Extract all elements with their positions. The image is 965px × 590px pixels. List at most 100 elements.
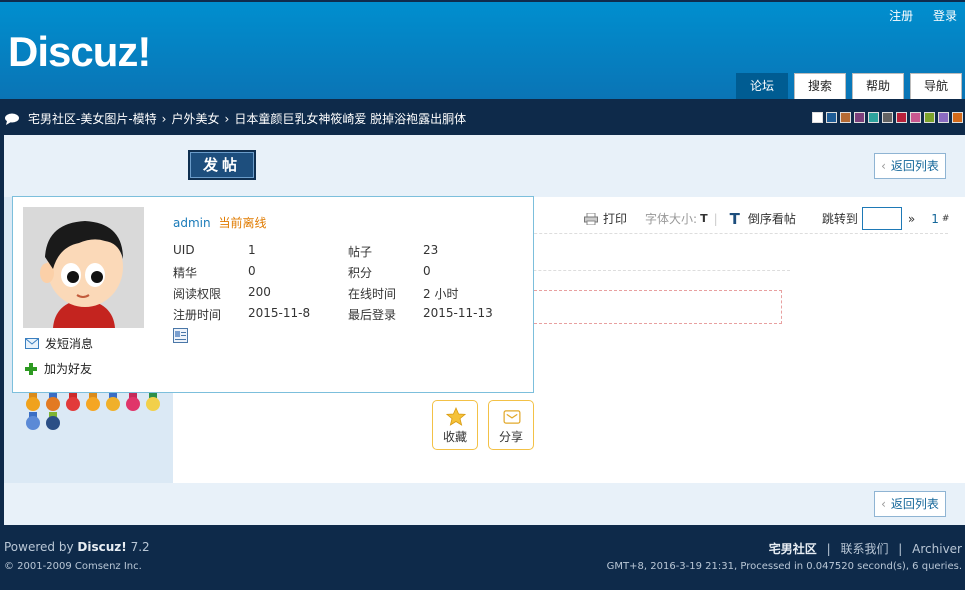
nav-tab-help[interactable]: 帮助 [852, 73, 904, 99]
nav-tab-forum[interactable]: 论坛 [736, 73, 788, 99]
stat-label: 积分 [348, 266, 373, 280]
medal-icon[interactable] [24, 393, 42, 411]
thread-top-bar [4, 135, 965, 197]
floor-hash: # [941, 213, 950, 224]
medal-icon[interactable] [44, 412, 62, 430]
username[interactable]: admin [173, 216, 211, 230]
medal-icon[interactable] [104, 393, 122, 411]
style-swatch-3[interactable] [840, 112, 851, 123]
toolbar-divider: | [713, 211, 718, 226]
jump-to-floor-input[interactable] [861, 207, 902, 230]
footer: Powered by Discuz! 7.2 © 2001-2009 Comse… [0, 525, 965, 590]
stat-value: 23 [423, 243, 439, 257]
stat-value: 0 [248, 264, 256, 278]
reverse-order-icon[interactable]: T [730, 210, 740, 228]
jump-to-label: 跳转到 [821, 212, 858, 226]
footer-links: 宅男社区 | 联系我们 | Archiver [769, 540, 962, 557]
reverse-order-link[interactable]: 倒序看帖 [748, 210, 796, 227]
stat-label: 在线时间 [348, 287, 397, 301]
header: Discuz! 注册 登录 论坛 搜索 帮助 导航 [0, 0, 965, 99]
new-post-button[interactable]: 发帖 [188, 150, 256, 180]
online-status: 当前离线 [218, 216, 267, 230]
post-body-placeholder [524, 290, 782, 324]
medal-icon[interactable] [124, 393, 142, 411]
jump-go-arrow[interactable]: » [908, 212, 915, 226]
favorite-button[interactable]: 收藏 [432, 400, 478, 450]
style-swatch-5[interactable] [868, 112, 879, 123]
breadcrumb-separator: › [224, 111, 230, 126]
stat-value: 1 [248, 243, 256, 257]
breadcrumb-item-thread: 日本童颜巨乳女神筱崎爱 脱掉浴袍露出胴体 [234, 112, 467, 126]
stat-label: 帖子 [348, 245, 373, 259]
stat-label: 精华 [173, 266, 198, 280]
medal-icon[interactable] [84, 393, 102, 411]
stat-value: 200 [248, 285, 271, 299]
site-logo[interactable]: Discuz! [8, 28, 151, 76]
product-link[interactable]: Discuz! [77, 540, 126, 554]
footer-separator: | [898, 542, 903, 556]
archiver-link[interactable]: Archiver [912, 542, 962, 556]
breadcrumb-item-subforum[interactable]: 户外美女 [171, 110, 219, 127]
style-swatch-11[interactable] [952, 112, 963, 123]
mail-icon [25, 338, 39, 349]
back-to-list-button-bottom[interactable]: 返回列表 [874, 491, 946, 517]
style-swatch-1[interactable] [812, 112, 823, 123]
stat-value: 0 [423, 264, 431, 278]
avatar[interactable] [23, 207, 144, 328]
add-friend-label: 加为好友 [44, 362, 93, 376]
send-message-label: 发短消息 [45, 337, 94, 351]
style-swatch-4[interactable] [854, 112, 865, 123]
user-stats: UID 1 帖子 23 精华 0 积分 0 阅读权限 200 在线时间 2 小时… [173, 243, 523, 323]
username-line: admin 当前离线 [173, 214, 266, 231]
top-links: 注册 登录 [873, 7, 957, 24]
product-version: 7.2 [130, 540, 150, 554]
contact-link[interactable]: 联系我们 [840, 542, 888, 556]
share-button[interactable]: 分享 [488, 400, 534, 450]
register-link[interactable]: 注册 [889, 9, 913, 23]
style-swatch-10[interactable] [938, 112, 949, 123]
stat-label: 阅读权限 [173, 287, 222, 301]
speech-bubble-icon [5, 113, 19, 125]
send-message-link[interactable]: 发短消息 [25, 335, 93, 352]
login-link[interactable]: 登录 [933, 9, 957, 23]
powered-by-prefix: Powered by [4, 540, 74, 554]
medal-icon[interactable] [44, 393, 62, 411]
footer-separator: | [826, 542, 831, 556]
style-swatch-6[interactable] [882, 112, 893, 123]
printer-icon[interactable] [584, 212, 598, 225]
favorite-label: 收藏 [442, 430, 467, 444]
server-stats: GMT+8, 2016-3-19 21:31, Processed in 0.0… [606, 561, 962, 572]
avatar-cartoon-image [23, 207, 144, 328]
profile-card-icon[interactable] [173, 328, 188, 343]
star-icon [446, 407, 466, 426]
medal-icon[interactable] [144, 393, 162, 411]
font-size-toggle[interactable]: T [700, 212, 708, 225]
style-swatch-2[interactable] [826, 112, 837, 123]
site-name-link[interactable]: 宅男社区 [769, 542, 817, 556]
medal-icon[interactable] [24, 412, 42, 430]
stat-value: 2 小时 [423, 287, 459, 301]
envelope-icon [503, 410, 521, 424]
nav-tab-navigation[interactable]: 导航 [910, 73, 962, 99]
nav-tab-search[interactable]: 搜索 [794, 73, 846, 99]
style-swatch-9[interactable] [924, 112, 935, 123]
thread-bottom-bar [4, 483, 965, 525]
stat-value: 2015-11-13 [423, 306, 493, 320]
style-swatches [812, 112, 963, 123]
style-swatch-7[interactable] [896, 112, 907, 123]
breadcrumb-separator: › [161, 111, 167, 126]
print-link[interactable]: 打印 [603, 210, 627, 227]
back-to-list-button-top[interactable]: 返回列表 [874, 153, 946, 179]
floor-number[interactable]: 1 [931, 212, 939, 226]
stat-label: 最后登录 [348, 308, 397, 322]
stat-label: UID [173, 243, 195, 257]
style-swatch-8[interactable] [910, 112, 921, 123]
stat-value: 2015-11-8 [248, 306, 311, 320]
font-size-label: 字体大小: [645, 212, 698, 226]
add-friend-link[interactable]: 加为好友 [25, 360, 92, 377]
share-label: 分享 [498, 430, 523, 444]
medal-list [24, 393, 172, 430]
breadcrumb-item-category[interactable]: 宅男社区-美女图片-模特 [28, 110, 157, 127]
breadcrumb: 宅男社区-美女图片-模特 › 户外美女 › 日本童颜巨乳女神筱崎爱 脱掉浴袍露出… [4, 110, 466, 127]
medal-icon[interactable] [64, 393, 82, 411]
